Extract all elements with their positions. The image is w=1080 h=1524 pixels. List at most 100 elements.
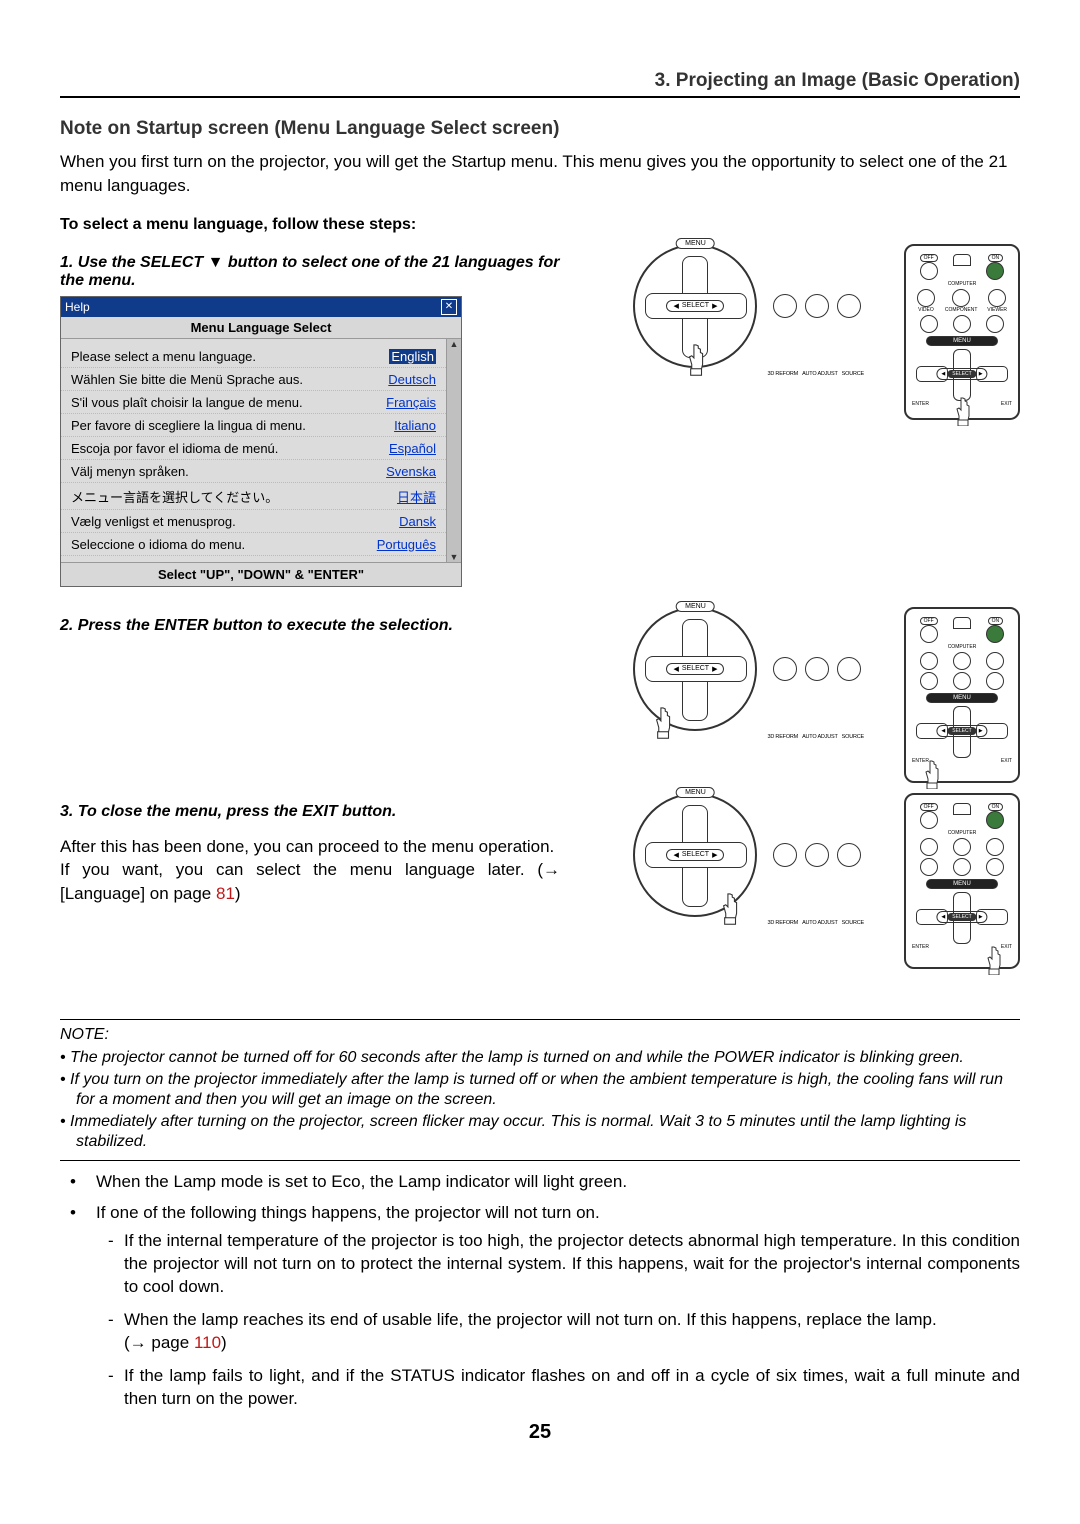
lan-button[interactable] [953,315,971,333]
menu-language-dialog: Help ✕ Menu Language Select Please selec… [60,296,462,587]
bullet-1: When the Lamp mode is set to Eco, the La… [90,1171,1020,1194]
remote-select-label: SELECT [947,370,976,378]
scroll-up-icon[interactable]: ▲ [447,339,461,349]
steps-heading: To select a menu language, follow these … [60,216,1020,234]
remote-diagram-1: OFF ON COMPUTER VIDEO COMPONENT VIEWER [904,244,1020,420]
projector-control-diagram-2: MENU ◀SELECT▶ 3D REFORM AUTO ADJUST SOUR… [633,607,864,740]
language-prompt: Vælg venligst et menusprog. [71,514,236,529]
select-button[interactable]: ◀SELECT▶ [666,663,724,675]
language-name[interactable]: Dansk [399,514,436,529]
select-button[interactable]: ◀SELECT▶ [666,300,724,312]
inner-bullet-3: If the lamp fails to light, and if the S… [124,1365,1020,1411]
menu-button[interactable]: MENU [676,238,715,249]
language-prompt: Wählen Sie bitte die Menü Sprache aus. [71,372,303,387]
language-prompt: メニュー言語を選択してください。 [71,487,278,506]
inner-bullet-2: When the lamp reaches its end of usable … [124,1309,1020,1355]
component-button[interactable] [920,315,938,333]
computer-label: COMPUTER [912,282,1012,287]
after-text-1: After this has been done, you can procee… [60,837,554,856]
language-name[interactable]: 日本語 [397,487,436,506]
additional-notes: When the Lamp mode is set to Eco, the La… [60,1171,1020,1411]
step-3: 3. To close the menu, press the EXIT but… [60,803,560,821]
language-row[interactable]: Wählen Sie bitte die Menü Sprache aus. De… [61,368,446,391]
remote-enter-label: ENTER [912,401,929,407]
language-prompt: Välj menyn språken. [71,464,189,479]
page-ref-110[interactable]: 110 [194,1333,221,1352]
label-3d-reform: 3D REFORM [767,371,798,377]
language-row[interactable]: Per favore di scegliere la lingua di men… [61,414,446,437]
note-label: NOTE: [60,1026,1020,1044]
menu-button[interactable]: MENU [676,601,715,612]
chapter-heading: 3. Projecting an Image (Basic Operation) [60,70,1020,98]
remote-menu-button[interactable]: MENU [926,336,998,346]
button-3d-reform[interactable] [773,294,797,318]
language-name[interactable]: Deutsch [388,372,436,387]
power-off-button[interactable] [920,262,938,280]
viewer-button[interactable] [988,289,1006,307]
language-row[interactable]: Vælg venligst et menusprog. Dansk [61,510,446,533]
note-item: The projector cannot be turned off for 6… [76,1048,1020,1068]
dialog-title: Help [65,300,90,314]
remote-dpad: ◀SELECT▶ [912,349,1012,399]
language-row[interactable]: S'il vous plaît choisir la langue de men… [61,391,446,414]
video-button[interactable] [917,289,935,307]
button-source[interactable] [837,294,861,318]
step-1: 1. Use the SELECT ▼ button to select one… [60,254,560,290]
side-buttons [773,294,861,318]
menu-button[interactable]: MENU [676,787,715,798]
section-heading: Note on Startup screen (Menu Language Se… [60,118,1020,140]
language-name[interactable]: Svenska [386,464,436,479]
power-on-button[interactable] [986,262,1004,280]
dialog-subtitle: Menu Language Select [61,317,461,339]
scrollbar[interactable]: ▲ ▼ [446,339,461,562]
hand-pointer-icon [649,705,675,739]
power-on-label: ON [988,254,1004,262]
language-row[interactable]: Please select a menu language. English [61,345,446,368]
projector-control-diagram-1: MENU ◀SELECT▶ 3D REFO [633,244,864,377]
bullet-2: If one of the following things happens, … [90,1202,1020,1412]
language-prompt: Escoja por favor el idioma de menú. [71,441,278,456]
language-row[interactable]: Välj menyn språken. Svenska [61,460,446,483]
language-name[interactable]: Español [389,441,436,456]
language-name[interactable]: English [389,349,436,364]
page-number: 25 [60,1421,1020,1444]
video-label: VIDEO [918,308,934,313]
button-auto-adjust[interactable] [805,294,829,318]
language-list: Please select a menu language. English Wäh… [61,339,446,562]
language-row[interactable]: Escoja por favor el idioma de menú. Españ… [61,437,446,460]
hand-pointer-icon [919,759,943,789]
dialog-footer: Select "UP", "DOWN" & "ENTER" [61,562,461,586]
after-text-2a: If you want, you can select the menu lan… [60,860,543,879]
italic-notes: The projector cannot be turned off for 6… [60,1048,1020,1152]
dpad-circle: MENU ◀SELECT▶ [633,244,757,368]
language-prompt: Please select a menu language. [71,349,256,364]
viewer-label: VIEWER [987,308,1007,313]
language-prompt: Seleccione o idioma do menu. [71,537,245,552]
projector-control-diagram-3: MENU ◀SELECT▶ 3D REFORM AUTO ADJUST SOUR… [633,793,864,926]
hand-pointer-icon [682,342,708,376]
close-icon[interactable]: ✕ [441,299,457,315]
hand-pointer-icon [981,945,1005,975]
hand-pointer-icon [716,891,742,925]
remote-select-button[interactable]: ◀SELECT▶ [936,368,987,380]
language-name[interactable]: Português [377,537,436,552]
remote-diagram-3: OFF ON COMPUTER MENU ◀SELECT▶ ENTEREXIT [904,793,1020,969]
up-button[interactable] [953,254,971,266]
remote-exit-label: EXIT [1001,401,1012,407]
note-item: If you turn on the projector immediately… [76,1070,1020,1110]
inner-bullet-1: If the internal temperature of the proje… [124,1230,1020,1299]
language-row[interactable]: メニュー言語を選択してください。 日本語 [61,483,446,510]
component-label: COMPONENT [945,308,978,313]
language-prompt: S'il vous plaît choisir la langue de men… [71,395,303,410]
language-name[interactable]: Français [386,395,436,410]
language-name[interactable]: Italiano [394,418,436,433]
language-row[interactable]: Seleccione o idioma do menu. Português [61,533,446,556]
language-prompt: Per favore di scegliere la lingua di men… [71,418,306,433]
computer-button[interactable] [952,289,970,307]
hand-pointer-icon [950,396,974,426]
scroll-down-icon[interactable]: ▼ [447,552,461,562]
extra-button[interactable] [986,315,1004,333]
power-off-label: OFF [920,254,938,262]
select-label: SELECT [682,302,709,309]
page-ref-81[interactable]: 81 [216,884,235,903]
